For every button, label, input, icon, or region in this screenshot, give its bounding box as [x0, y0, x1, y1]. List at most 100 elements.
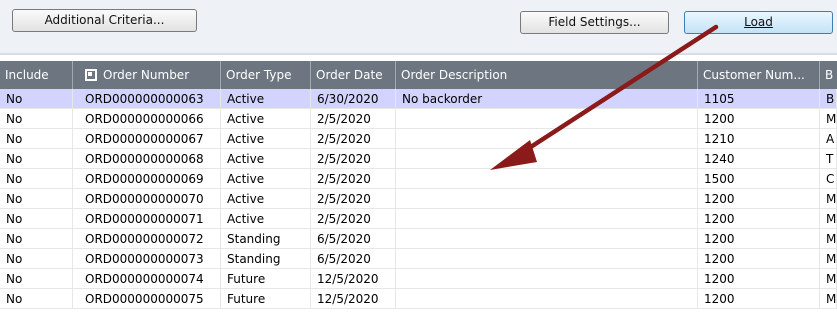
field-settings-button[interactable]: Field Settings... [520, 11, 669, 34]
column-header-order-number-label: Order Number [103, 68, 190, 82]
table-row[interactable]: No ORD000000000075 Future 12/5/2020 1200 M [0, 289, 837, 309]
grid-header-row: Include Order Number Order Type Order Da… [0, 61, 837, 89]
cell-order-type: Active [221, 169, 311, 189]
cell-include: No [0, 229, 73, 249]
cell-order-type: Future [221, 289, 311, 309]
cell-include: No [0, 169, 73, 189]
cell-customer: 1210 [698, 129, 820, 149]
cell-b: M [820, 249, 837, 269]
cell-order-number: ORD000000000075 [73, 289, 221, 309]
cell-order-date: 6/30/2020 [311, 89, 396, 109]
cell-order-number: ORD000000000073 [73, 249, 221, 269]
column-header-include[interactable]: Include [0, 61, 73, 89]
cell-b: A [820, 129, 837, 149]
table-row[interactable]: No ORD000000000071 Active 2/5/2020 1200 M [0, 209, 837, 229]
cell-customer: 1105 [698, 89, 820, 109]
column-header-customer-number[interactable]: Customer Num... [698, 61, 820, 89]
cell-order-type: Active [221, 129, 311, 149]
table-row[interactable]: No ORD000000000066 Active 2/5/2020 1200 M [0, 109, 837, 129]
additional-criteria-button[interactable]: Additional Criteria... [12, 9, 197, 32]
cell-order-number: ORD000000000063 [73, 89, 221, 109]
cell-order-number: ORD000000000066 [73, 109, 221, 129]
cell-order-date: 12/5/2020 [311, 269, 396, 289]
cell-customer: 1200 [698, 249, 820, 269]
table-row[interactable]: No ORD000000000069 Active 2/5/2020 1500 C [0, 169, 837, 189]
cell-order-date: 12/5/2020 [311, 289, 396, 309]
cell-order-date: 2/5/2020 [311, 109, 396, 129]
cell-description [396, 229, 698, 249]
cell-order-type: Active [221, 89, 311, 109]
cell-order-date: 2/5/2020 [311, 209, 396, 229]
cell-order-date: 6/5/2020 [311, 249, 396, 269]
cell-order-type: Active [221, 189, 311, 209]
cell-customer: 1200 [698, 289, 820, 309]
cell-include: No [0, 89, 73, 109]
table-row[interactable]: No ORD000000000074 Future 12/5/2020 1200 M [0, 269, 837, 289]
table-row[interactable]: No ORD000000000063 Active 6/30/2020 No backo… [0, 89, 837, 109]
cell-customer: 1200 [698, 209, 820, 229]
cell-description [396, 289, 698, 309]
cell-customer: 1200 [698, 269, 820, 289]
toolbar-divider [0, 53, 837, 55]
cell-order-date: 2/5/2020 [311, 169, 396, 189]
table-row[interactable]: No ORD000000000067 Active 2/5/2020 1210 A [0, 129, 837, 149]
column-header-order-number[interactable]: Order Number [73, 61, 221, 89]
cell-customer: 1240 [698, 149, 820, 169]
cell-order-number: ORD000000000067 [73, 129, 221, 149]
cell-order-type: Active [221, 109, 311, 129]
cell-include: No [0, 129, 73, 149]
cell-b: M [820, 269, 837, 289]
cell-b: M [820, 229, 837, 249]
cell-order-type: Active [221, 209, 311, 229]
cell-order-number: ORD000000000068 [73, 149, 221, 169]
table-row[interactable]: No ORD000000000073 Standing 6/5/2020 1200 M [0, 249, 837, 269]
cell-order-date: 2/5/2020 [311, 129, 396, 149]
load-button[interactable]: Load [684, 11, 833, 34]
cell-description [396, 189, 698, 209]
cell-include: No [0, 249, 73, 269]
cell-order-number: ORD000000000074 [73, 269, 221, 289]
cell-customer: 1200 [698, 109, 820, 129]
cell-description [396, 149, 698, 169]
column-header-order-description[interactable]: Order Description [396, 61, 698, 89]
cell-description [396, 209, 698, 229]
cell-description [396, 109, 698, 129]
load-button-label: Load [744, 15, 773, 29]
cell-order-type: Standing [221, 229, 311, 249]
cell-include: No [0, 109, 73, 129]
orders-grid[interactable]: Include Order Number Order Type Order Da… [0, 61, 837, 331]
cell-description [396, 129, 698, 149]
cell-b: M [820, 289, 837, 309]
cell-include: No [0, 289, 73, 309]
table-row[interactable]: No ORD000000000072 Standing 6/5/2020 1200 M [0, 229, 837, 249]
cell-order-type: Standing [221, 249, 311, 269]
cell-description [396, 249, 698, 269]
cell-include: No [0, 209, 73, 229]
cell-order-date: 2/5/2020 [311, 189, 396, 209]
key-column-icon [85, 69, 97, 81]
cell-b: M [820, 209, 837, 229]
table-row[interactable]: No ORD000000000070 Active 2/5/2020 1200 M [0, 189, 837, 209]
cell-b: M [820, 109, 837, 129]
cell-order-date: 6/5/2020 [311, 229, 396, 249]
cell-order-number: ORD000000000072 [73, 229, 221, 249]
column-header-order-type[interactable]: Order Type [221, 61, 311, 89]
cell-description [396, 169, 698, 189]
cell-order-type: Future [221, 269, 311, 289]
cell-customer: 1200 [698, 229, 820, 249]
cell-order-date: 2/5/2020 [311, 149, 396, 169]
table-row[interactable]: No ORD000000000068 Active 2/5/2020 1240 T [0, 149, 837, 169]
toolbar: Additional Criteria... Field Settings...… [0, 0, 837, 55]
cell-include: No [0, 149, 73, 169]
cell-include: No [0, 189, 73, 209]
cell-order-number: ORD000000000069 [73, 169, 221, 189]
cell-include: No [0, 269, 73, 289]
cell-description: No backorder [396, 89, 698, 109]
cell-b: C [820, 169, 837, 189]
cell-order-type: Active [221, 149, 311, 169]
column-header-order-date[interactable]: Order Date [311, 61, 396, 89]
cell-customer: 1500 [698, 169, 820, 189]
cell-order-number: ORD000000000070 [73, 189, 221, 209]
cell-b: M [820, 189, 837, 209]
column-header-b[interactable]: B [820, 61, 837, 89]
